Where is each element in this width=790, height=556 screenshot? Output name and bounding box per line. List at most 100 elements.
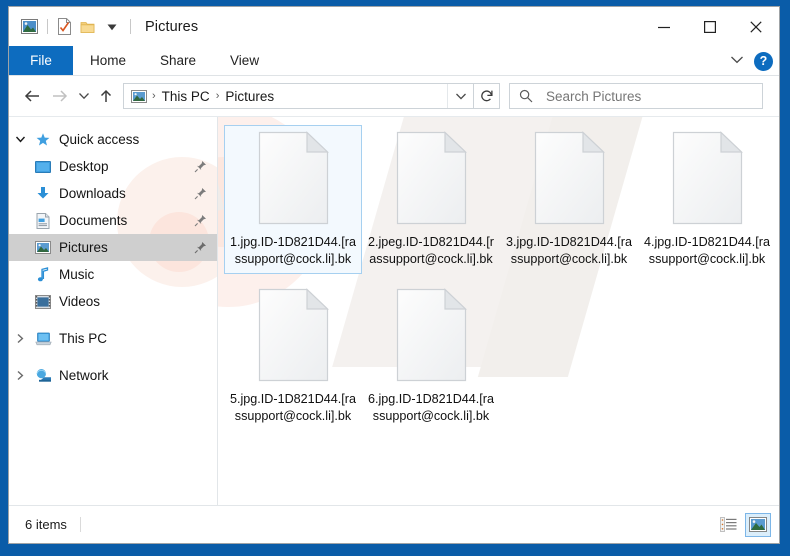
ribbon-right-controls: ?	[730, 46, 773, 76]
videos-icon	[32, 294, 54, 309]
pictures-folder-icon	[131, 89, 147, 103]
properties-button[interactable]	[53, 16, 75, 38]
address-bar-row: › This PC › Pictures Search Pictures	[9, 76, 779, 116]
documents-icon	[32, 212, 54, 229]
address-dropdown-button[interactable]	[447, 84, 473, 108]
customize-qat-button[interactable]	[101, 16, 123, 38]
sidebar-item-documents[interactable]: Documents	[9, 207, 217, 234]
pin-icon[interactable]	[194, 187, 207, 200]
window-title: Pictures	[145, 18, 199, 35]
status-bar: 6 items	[9, 505, 779, 543]
chevron-collapsed-icon[interactable]	[9, 333, 32, 344]
file-explorer-window: Pictures File Home Share View ? › This P…	[8, 6, 780, 544]
file-item[interactable]: 1.jpg.ID-1D821D44.[rassupport@cock.li].b…	[224, 125, 362, 274]
up-button[interactable]	[95, 81, 117, 111]
chevron-collapsed-icon[interactable]	[9, 370, 32, 381]
sidebar-item-videos[interactable]: Videos	[9, 288, 217, 315]
chevron-expanded-icon[interactable]	[9, 135, 32, 144]
tab-view[interactable]: View	[213, 46, 276, 75]
this-pc-icon	[32, 332, 54, 346]
file-list-pane[interactable]: risi com	[218, 117, 779, 505]
tab-share[interactable]: Share	[143, 46, 213, 75]
blank-document-icon	[257, 131, 330, 225]
breadcrumb-this-pc[interactable]: This PC	[159, 89, 213, 104]
explorer-body: Quick access Desktop Downloads Documents…	[9, 116, 779, 505]
file-name-label: 2.jpeg.ID-1D821D44.[rassupport@cock.li].…	[367, 235, 494, 266]
file-item[interactable]: 6.jpg.ID-1D821D44.[rassupport@cock.li].b…	[362, 282, 500, 431]
sidebar-item-music[interactable]: Music	[9, 261, 217, 288]
title-divider	[130, 19, 131, 34]
forward-button	[46, 81, 73, 111]
pin-icon[interactable]	[194, 160, 207, 173]
blank-document-icon	[395, 131, 468, 225]
search-input[interactable]: Search Pictures	[546, 89, 641, 104]
chevron-down-icon[interactable]	[730, 52, 744, 70]
sidebar-label-desktop: Desktop	[59, 159, 109, 174]
sidebar-item-quick-access[interactable]: Quick access	[9, 126, 217, 153]
sidebar-item-desktop[interactable]: Desktop	[9, 153, 217, 180]
search-box[interactable]: Search Pictures	[509, 83, 763, 109]
breadcrumb-separator-2: ›	[215, 90, 220, 102]
downloads-icon	[32, 186, 54, 201]
file-item[interactable]: 3.jpg.ID-1D821D44.[rassupport@cock.li].b…	[500, 125, 638, 274]
pin-icon[interactable]	[194, 214, 207, 227]
sidebar-label-documents: Documents	[59, 213, 128, 228]
sidebar-label-pictures: Pictures	[59, 240, 108, 255]
breadcrumb-pictures[interactable]: Pictures	[222, 89, 277, 104]
blank-document-icon	[533, 131, 606, 225]
music-icon	[32, 266, 54, 283]
search-icon	[519, 89, 533, 103]
sidebar-item-pictures[interactable]: Pictures	[9, 234, 217, 261]
file-name-label: 5.jpg.ID-1D821D44.[rassupport@cock.li].b…	[229, 392, 356, 423]
item-count-label: 6 items	[25, 517, 67, 532]
title-bar: Pictures	[9, 7, 779, 46]
large-icons-view-button[interactable]	[745, 512, 771, 537]
quick-access-toolbar	[9, 16, 136, 38]
back-button[interactable]	[19, 81, 46, 111]
file-name-label: 4.jpg.ID-1D821D44.[rassupport@cock.li].b…	[643, 235, 770, 266]
close-button[interactable]	[733, 7, 779, 46]
details-view-button[interactable]	[715, 513, 741, 537]
qat-divider	[47, 19, 48, 34]
blank-document-icon	[257, 288, 330, 382]
sidebar-item-this-pc[interactable]: This PC	[9, 325, 217, 352]
file-name-label: 3.jpg.ID-1D821D44.[rassupport@cock.li].b…	[505, 235, 632, 266]
sidebar-label-this-pc: This PC	[59, 331, 108, 346]
recent-locations-button[interactable]	[73, 81, 95, 111]
star-pin-icon	[32, 132, 54, 148]
sidebar-label-downloads: Downloads	[59, 186, 126, 201]
sidebar-label-quick-access: Quick access	[59, 132, 140, 147]
file-name-label: 1.jpg.ID-1D821D44.[rassupport@cock.li].b…	[229, 235, 356, 266]
blank-document-icon	[395, 288, 468, 382]
blank-document-icon	[671, 131, 744, 225]
view-mode-buttons	[715, 512, 771, 537]
ribbon-tab-bar: File Home Share View ?	[9, 46, 779, 76]
sidebar-label-music: Music	[59, 267, 95, 282]
file-name-label: 6.jpg.ID-1D821D44.[rassupport@cock.li].b…	[367, 392, 494, 423]
desktop-icon	[32, 160, 54, 174]
tab-file[interactable]: File	[9, 46, 73, 75]
maximize-button[interactable]	[687, 7, 733, 46]
file-grid: 1.jpg.ID-1D821D44.[rassupport@cock.li].b…	[224, 125, 779, 439]
tab-home[interactable]: Home	[73, 46, 143, 75]
window-controls	[641, 7, 779, 46]
file-item[interactable]: 4.jpg.ID-1D821D44.[rassupport@cock.li].b…	[638, 125, 776, 274]
refresh-button[interactable]	[474, 83, 500, 109]
sidebar-item-downloads[interactable]: Downloads	[9, 180, 217, 207]
pin-icon[interactable]	[194, 241, 207, 254]
file-item[interactable]: 5.jpg.ID-1D821D44.[rassupport@cock.li].b…	[224, 282, 362, 431]
explorer-app-icon[interactable]	[18, 16, 40, 38]
file-item[interactable]: 2.jpeg.ID-1D821D44.[rassupport@cock.li].…	[362, 125, 500, 274]
new-folder-button[interactable]	[77, 16, 99, 38]
pictures-icon	[32, 241, 54, 254]
status-divider	[79, 517, 81, 532]
sidebar-item-network[interactable]: Network	[9, 362, 217, 389]
minimize-button[interactable]	[641, 7, 687, 46]
breadcrumb-separator: ›	[152, 90, 156, 102]
help-button[interactable]: ?	[754, 51, 773, 71]
sidebar-label-network: Network	[59, 368, 109, 383]
sidebar-label-videos: Videos	[59, 294, 101, 309]
address-bar[interactable]: › This PC › Pictures	[123, 83, 474, 109]
